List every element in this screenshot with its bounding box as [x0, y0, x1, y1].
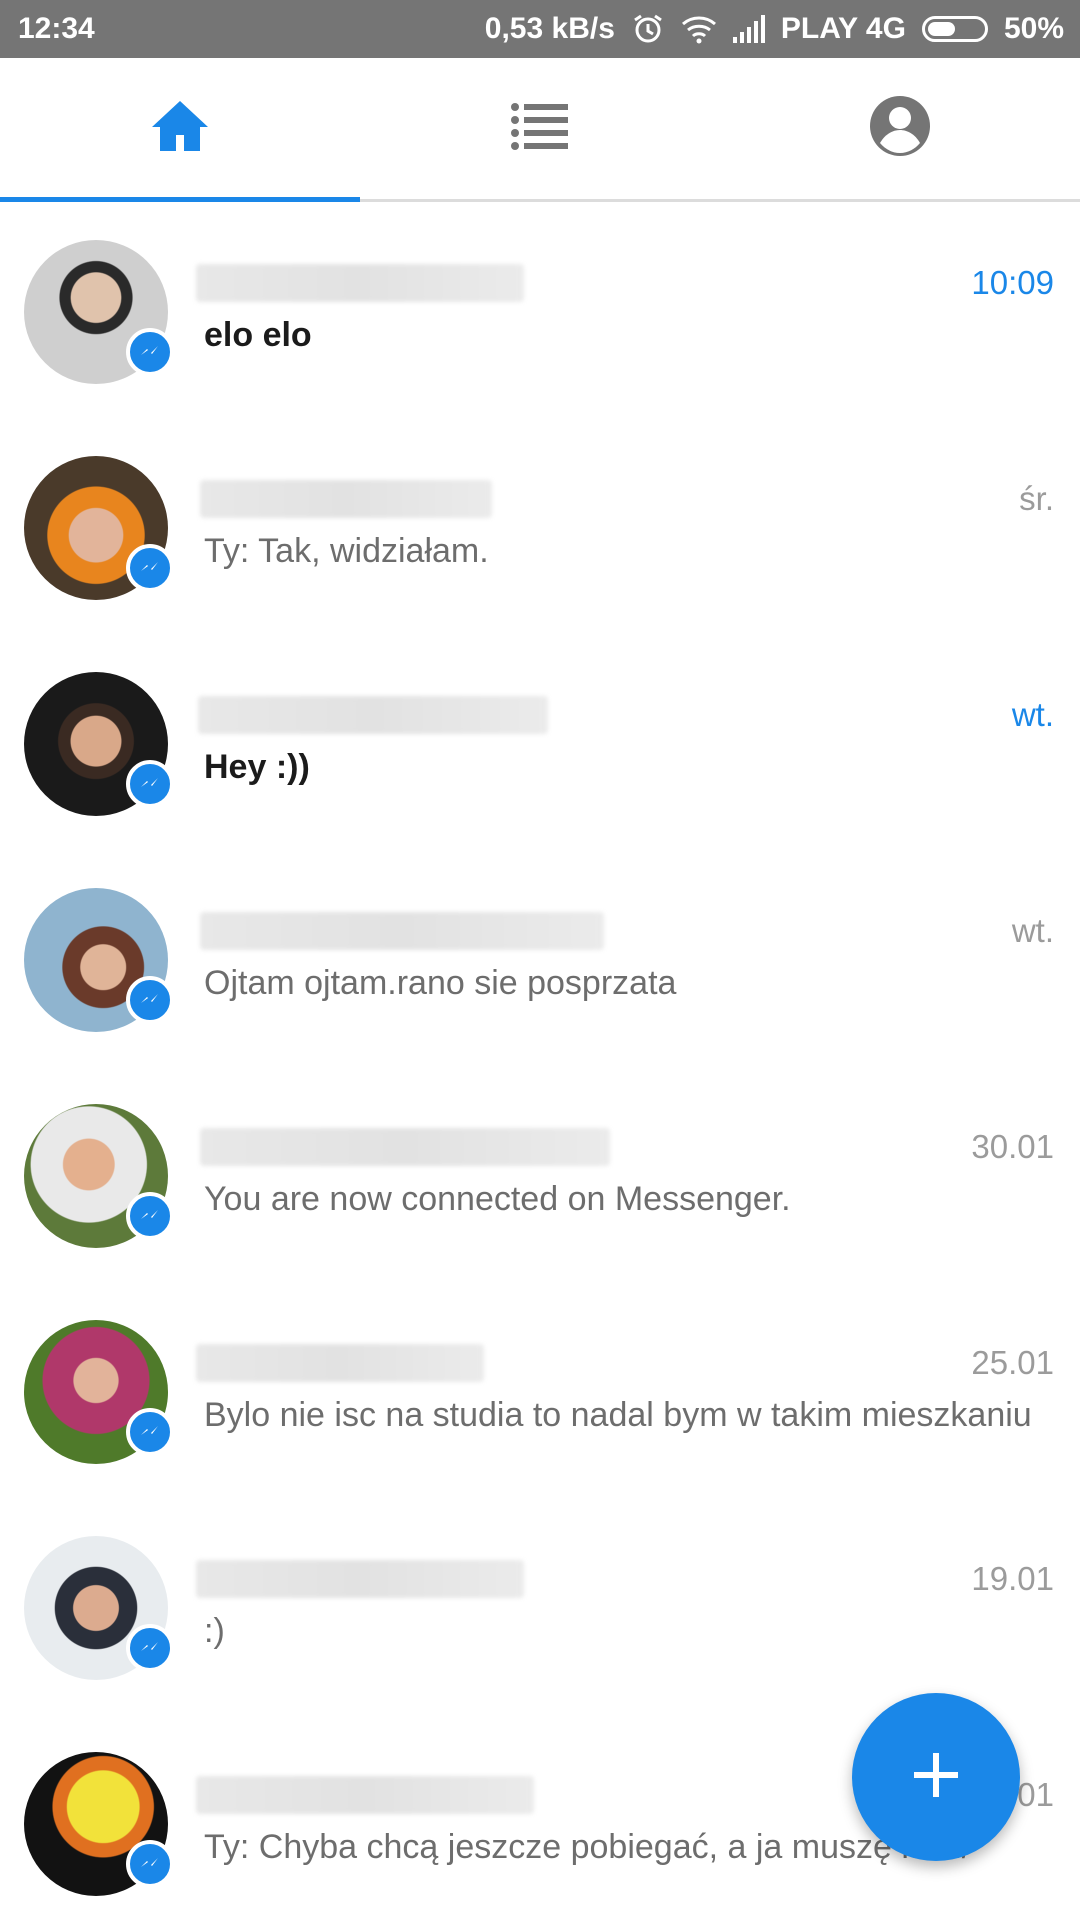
- tab-list[interactable]: [360, 58, 720, 199]
- carrier-label: PLAY 4G: [780, 12, 906, 45]
- battery-icon: [921, 16, 988, 42]
- contact-name-redacted: [198, 696, 548, 734]
- message-snippet: Hey :)): [204, 748, 310, 786]
- conversation-row[interactable]: Hey :)) wt.: [0, 634, 1080, 850]
- signal-icon: [731, 13, 765, 45]
- status-right: 0,53 kB/s PLAY 4G 50%: [485, 12, 1064, 46]
- contact-name-redacted: [196, 264, 524, 302]
- status-time: 12:34: [18, 12, 95, 45]
- message-snippet: :): [204, 1612, 225, 1650]
- tab-profile[interactable]: [720, 58, 1080, 199]
- plus-icon: [912, 1751, 960, 1804]
- conversation-row[interactable]: You are now connected on Messenger. 30.0…: [0, 1066, 1080, 1282]
- message-time: wt.: [1011, 912, 1054, 949]
- messenger-badge-icon: [126, 1192, 174, 1240]
- message-time: 19.01: [971, 1560, 1054, 1597]
- messenger-badge-icon: [126, 760, 174, 808]
- message-snippet: Ty: Tak, widziałam.: [204, 532, 489, 570]
- messenger-badge-icon: [126, 544, 174, 592]
- contact-name-redacted: [200, 912, 604, 950]
- messenger-badge-icon: [126, 976, 174, 1024]
- conversation-row[interactable]: Bylo nie isc na studia to nadal bym w ta…: [0, 1282, 1080, 1498]
- battery-percent: 50%: [1003, 12, 1064, 45]
- message-time: 10:09: [971, 264, 1054, 301]
- message-time: śr.: [1019, 480, 1054, 517]
- conversation-row[interactable]: Ty: Tak, widziałam. śr.: [0, 418, 1080, 634]
- message-time: wt.: [1011, 696, 1054, 733]
- message-snippet: elo elo: [204, 316, 312, 354]
- conversation-row[interactable]: Ojtam ojtam.rano sie posprzata wt.: [0, 850, 1080, 1066]
- status-bar: 12:34 0,53 kB/s PLAY 4G 50%: [0, 0, 1080, 58]
- conversation-row[interactable]: elo elo 10:09: [0, 202, 1080, 418]
- message-snippet: Bylo nie isc na studia to nadal bym w ta…: [204, 1396, 1032, 1434]
- alarm-icon: [631, 13, 665, 45]
- home-icon: [150, 99, 210, 158]
- contact-name-redacted: [196, 1776, 534, 1814]
- tab-home[interactable]: [0, 58, 360, 199]
- contact-name-redacted: [200, 480, 492, 518]
- profile-icon: [869, 95, 931, 162]
- wifi-icon: [681, 13, 716, 45]
- contact-name-redacted: [200, 1128, 610, 1166]
- message-snippet: You are now connected on Messenger.: [204, 1180, 791, 1218]
- messenger-badge-icon: [126, 1624, 174, 1672]
- new-message-button[interactable]: [852, 1693, 1020, 1861]
- messenger-badge-icon: [126, 1408, 174, 1456]
- contact-name-redacted: [196, 1344, 484, 1382]
- network-speed: 0,53 kB/s: [484, 12, 615, 45]
- message-snippet: Ojtam ojtam.rano sie posprzata: [204, 964, 677, 1002]
- messenger-badge-icon: [126, 1840, 174, 1888]
- conversation-row[interactable]: :) 19.01: [0, 1498, 1080, 1714]
- messenger-badge-icon: [126, 328, 174, 376]
- message-time: 30.01: [971, 1128, 1054, 1165]
- list-icon: [510, 101, 570, 156]
- tab-bar: [0, 58, 1080, 202]
- message-time: 25.01: [971, 1344, 1054, 1381]
- contact-name-redacted: [196, 1560, 524, 1598]
